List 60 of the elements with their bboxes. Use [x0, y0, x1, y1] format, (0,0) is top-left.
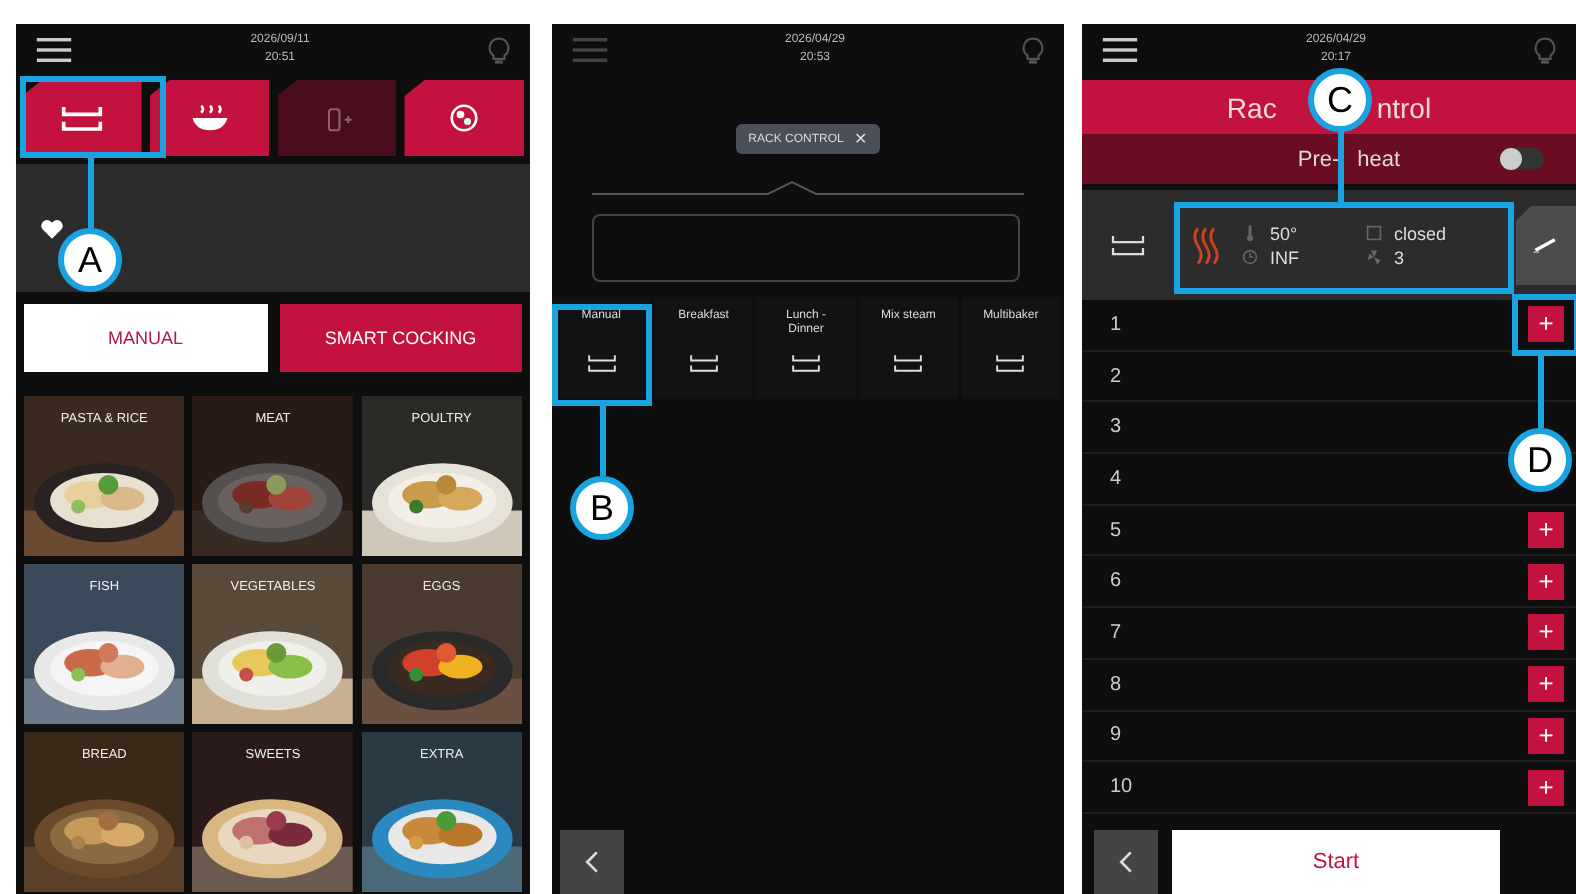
add-button[interactable]: + — [1528, 614, 1564, 651]
leader-line — [1538, 356, 1544, 428]
heat-waves-icon — [1190, 225, 1222, 265]
add-button[interactable]: + — [1528, 563, 1564, 600]
steaming-bowl-icon — [187, 104, 232, 132]
screen-title: ntrol — [1376, 91, 1432, 123]
lightbulb-icon[interactable] — [488, 35, 510, 65]
leader-line — [1338, 130, 1344, 202]
rack-number: 9 — [1110, 724, 1122, 747]
rack-number: 8 — [1110, 673, 1122, 696]
rack-icon — [59, 104, 104, 132]
edit-button[interactable] — [1516, 205, 1576, 285]
rack-number: 1 — [1110, 313, 1122, 336]
add-button[interactable]: + — [1528, 306, 1564, 343]
rack-icon — [994, 354, 1027, 372]
heart-icon[interactable] — [40, 218, 64, 240]
time-value: INF — [1270, 247, 1301, 267]
category-tab[interactable] — [404, 80, 524, 156]
menu-icon[interactable] — [36, 38, 72, 62]
rack-number: 4 — [1110, 467, 1122, 490]
leader-line — [600, 406, 606, 476]
chevron-left-icon — [584, 850, 600, 874]
add-button[interactable]: + — [1528, 769, 1564, 806]
rack-number: 7 — [1110, 621, 1122, 644]
preheat-label: Pre- — [1297, 147, 1340, 171]
add-button[interactable]: + — [1528, 717, 1564, 754]
rack-number: 2 — [1110, 365, 1122, 388]
screen-title: Rac — [1226, 91, 1277, 123]
mode-tab[interactable]: MANUAL — [24, 304, 267, 372]
rack-icon — [1110, 234, 1146, 256]
mode-tab[interactable]: SMART COCKING — [279, 304, 522, 372]
close-icon[interactable]: ✕ — [853, 130, 868, 148]
rack-icon — [585, 354, 618, 372]
rack-number: 3 — [1110, 416, 1122, 439]
pencil-icon — [1532, 236, 1560, 254]
door-value: closed — [1394, 223, 1447, 243]
door-icon — [1366, 224, 1382, 242]
chevron-left-icon — [1118, 850, 1134, 874]
fan-icon — [1366, 248, 1382, 266]
rack-icon — [790, 354, 822, 372]
preheat-label: heat — [1357, 147, 1401, 171]
rack-number: 6 — [1110, 570, 1122, 593]
thermometer-icon — [1242, 224, 1258, 242]
fan-value: 3 — [1394, 247, 1407, 267]
menu-icon[interactable] — [1102, 38, 1138, 62]
category-tab[interactable] — [149, 80, 269, 156]
preheat-toggle[interactable] — [1500, 148, 1544, 170]
rack-number: 10 — [1110, 776, 1133, 799]
add-button[interactable]: + — [1528, 666, 1564, 703]
rack-icon — [892, 354, 925, 372]
highlight-frame — [552, 304, 652, 406]
add-button[interactable]: + — [1528, 512, 1564, 549]
temperature-value: 50° — [1270, 223, 1300, 243]
lightbulb-icon[interactable] — [1534, 35, 1556, 65]
clock-icon — [1242, 248, 1258, 266]
lightbulb-icon[interactable] — [1022, 35, 1044, 65]
leader-line — [88, 158, 94, 228]
rack-icon — [687, 354, 720, 372]
rack-number: 5 — [1110, 519, 1122, 542]
start-button[interactable]: Start — [1172, 830, 1500, 894]
